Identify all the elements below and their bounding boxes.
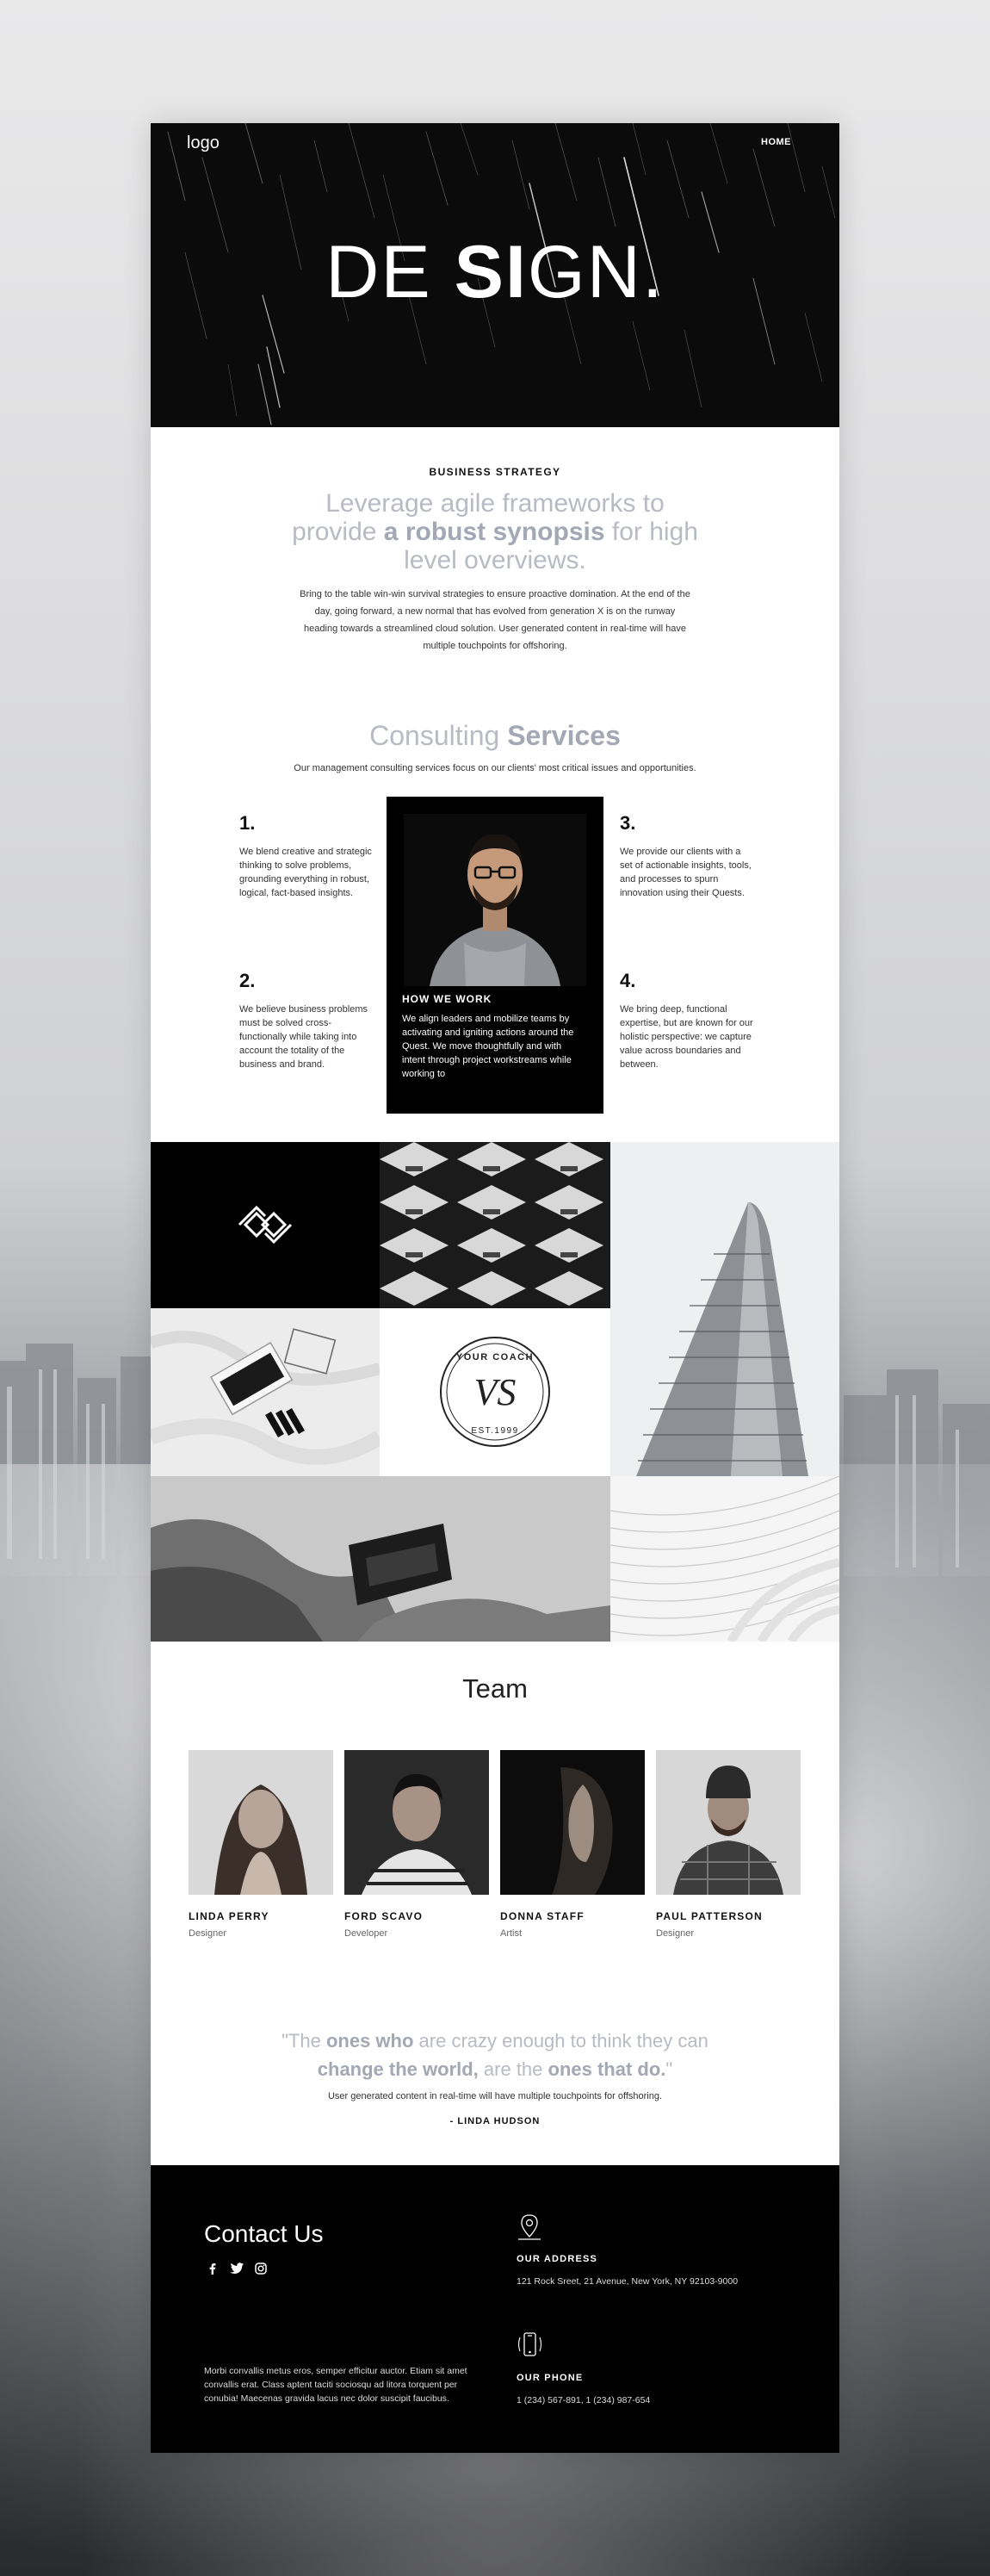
- member-name: DONNA STAFF: [500, 1910, 585, 1922]
- member-name: PAUL PATTERSON: [656, 1910, 763, 1922]
- phone-title: OUR PHONE: [517, 2373, 584, 2383]
- badge-monogram: VS: [474, 1371, 517, 1413]
- quote-subtext: User generated content in real-time will…: [327, 2091, 663, 2101]
- member-role: Developer: [344, 1928, 388, 1939]
- service-number: 2.: [239, 970, 256, 991]
- facebook-icon[interactable]: [206, 2262, 220, 2275]
- team-title: Team: [462, 1673, 528, 1704]
- service-item-2: 2. We believe business problems must be …: [239, 970, 373, 1071]
- address-value: 121 Rock Sreet, 21 Avenue, New York, NY …: [517, 2276, 739, 2287]
- quote-bold: ones that do.: [548, 2058, 666, 2080]
- consultant-portrait-image: [404, 814, 586, 986]
- mosaic-landscape-tile: [151, 1476, 610, 1642]
- quote-author: - LINDA HUDSON: [449, 2116, 541, 2126]
- services-subtitle: Our management consulting services focus…: [294, 763, 696, 773]
- intro-lead-bold: a robust synopsis: [383, 518, 605, 546]
- member-role: Designer: [189, 1928, 227, 1939]
- address-block: OUR ADDRESS 121 Rock Sreet, 21 Avenue, N…: [517, 2213, 738, 2287]
- badge-top-text: YOUR COACH: [456, 1352, 534, 1362]
- service-text: We believe business problems must be sol…: [239, 1004, 368, 1070]
- mobile-phone-icon: [517, 2332, 542, 2356]
- service-number: 3.: [620, 812, 636, 834]
- quote-bold: change the world,: [317, 2058, 479, 2080]
- testimonial-quote: "The ones who are crazy enough to think …: [254, 2027, 736, 2083]
- service-text: We blend creative and strategic thinking…: [239, 847, 372, 898]
- service-text: We bring deep, functional expertise, but…: [620, 1004, 753, 1070]
- hero-title: DE SIGN.: [151, 235, 839, 309]
- hero-title-part-1: DE: [325, 231, 455, 313]
- contact-title: Contact Us: [204, 2220, 324, 2247]
- member-photo: [656, 1750, 801, 1895]
- how-we-work-card: HOW WE WORK We align leaders and mobiliz…: [387, 797, 603, 1114]
- mosaic-curves-tile: [610, 1476, 839, 1642]
- diamond-logo-icon: [238, 1205, 293, 1245]
- service-number: 4.: [620, 970, 636, 991]
- quote-part: ": [665, 2058, 673, 2080]
- logo[interactable]: logo: [187, 133, 220, 153]
- instagram-icon[interactable]: [254, 2262, 268, 2275]
- quote-part: are the: [478, 2058, 548, 2080]
- quote-part: "The: [282, 2030, 326, 2051]
- member-role: Designer: [656, 1928, 695, 1939]
- service-item-1: 1. We blend creative and strategic think…: [239, 812, 373, 900]
- member-photo: [344, 1750, 489, 1895]
- intro-lead: Leverage agile frameworks to provide a r…: [280, 489, 710, 574]
- mosaic-desk-tile: [151, 1308, 380, 1476]
- map-pin-icon: [518, 2214, 541, 2240]
- member-photo: [500, 1750, 645, 1895]
- hero-banner: logo HOME DE SIGN.: [151, 123, 839, 427]
- phone-block: OUR PHONE 1 (234) 567-891, 1 (234) 987-6…: [517, 2331, 650, 2405]
- team-member-card: PAUL PATTERSON Designer: [656, 1750, 801, 1939]
- team-member-card: DONNA STAFF Artist: [500, 1750, 645, 1939]
- services-title-light: Consulting: [369, 720, 508, 751]
- phone-value: 1 (234) 567-891, 1 (234) 987-654: [517, 2395, 651, 2405]
- member-name: LINDA PERRY: [189, 1910, 269, 1922]
- how-we-work-text: We align leaders and mobilize teams by a…: [402, 1014, 574, 1079]
- service-item-4: 4. We bring deep, functional expertise, …: [620, 970, 753, 1071]
- mosaic-architecture-tile: [380, 1142, 610, 1308]
- service-item-3: 3. We provide our clients with a set of …: [620, 812, 753, 900]
- services-title: Consulting Services: [151, 720, 839, 752]
- address-title: OUR ADDRESS: [517, 2254, 598, 2264]
- mosaic-coach-badge-tile: YOUR COACH VS EST.1999: [380, 1308, 610, 1476]
- intro-kicker: BUSINESS STRATEGY: [429, 466, 561, 478]
- service-number: 1.: [239, 812, 256, 834]
- quote-bold: ones who: [325, 2030, 414, 2051]
- team-member-card: FORD SCAVO Developer: [344, 1750, 489, 1939]
- quote-part: are crazy enough to think they can: [413, 2030, 708, 2051]
- nav-home-link[interactable]: HOME: [761, 137, 791, 147]
- badge-bottom-text: EST.1999: [471, 1426, 518, 1436]
- member-role: Artist: [500, 1928, 523, 1939]
- member-photo: [189, 1750, 333, 1895]
- team-member-card: LINDA PERRY Designer: [189, 1750, 333, 1939]
- image-mosaic: YOUR COACH VS EST.1999: [151, 1142, 839, 1642]
- footer: Contact Us Morbi convallis metus eros, s…: [151, 2165, 839, 2453]
- mosaic-logo-tile: [151, 1142, 380, 1308]
- mosaic-skyscraper-tile: [610, 1142, 839, 1476]
- hero-title-bold: SI: [454, 231, 528, 313]
- page-card: logo HOME DE SIGN. BUSINESS STRATEGY Lev…: [151, 123, 839, 2453]
- twitter-icon[interactable]: [230, 2262, 244, 2275]
- member-name: FORD SCAVO: [344, 1910, 424, 1922]
- hero-title-part-2: GN.: [527, 231, 665, 313]
- footer-text: Morbi convallis metus eros, semper effic…: [204, 2366, 467, 2404]
- how-we-work-title: HOW WE WORK: [402, 993, 492, 1005]
- service-text: We provide our clients with a set of act…: [620, 847, 752, 898]
- services-title-bold: Services: [507, 720, 621, 751]
- social-links: [206, 2262, 268, 2275]
- intro-body: Bring to the table win-win survival stra…: [300, 589, 690, 651]
- your-coach-badge: YOUR COACH VS EST.1999: [440, 1337, 550, 1447]
